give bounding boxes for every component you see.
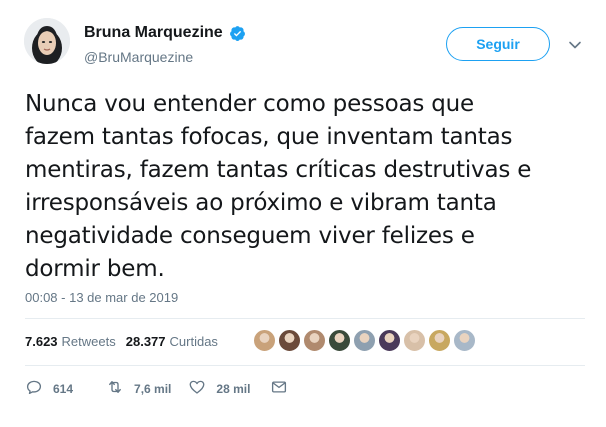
liker-avatar[interactable] <box>453 329 476 352</box>
liker-avatar[interactable] <box>253 329 276 352</box>
tweet-stats: 7.623 Retweets 28.377 Curtidas <box>25 334 228 349</box>
direct-message-button[interactable] <box>270 378 288 399</box>
liker-avatar[interactable] <box>378 329 401 352</box>
timestamp-link[interactable]: 00:08 - 13 de mar de 2019 <box>25 290 178 305</box>
tweet-actions: 614 7,6 mil 28 mil <box>25 378 288 399</box>
reply-icon <box>25 378 43 399</box>
retweets-stat[interactable]: 7.623 Retweets <box>25 334 116 349</box>
heart-icon <box>188 378 206 399</box>
likes-count: 28.377 <box>125 334 166 349</box>
author-handle[interactable]: @BruMarquezine <box>84 49 193 65</box>
verified-badge-icon <box>229 25 246 42</box>
liker-avatar[interactable] <box>353 329 376 352</box>
retweet-button[interactable]: 7,6 mil <box>106 378 171 399</box>
author-name-row[interactable]: Bruna Marquezine <box>84 24 246 42</box>
retweet-icon <box>106 378 124 399</box>
tweet-text: Nunca vou entender como pessoas que faze… <box>25 91 532 282</box>
liker-avatar[interactable] <box>278 329 301 352</box>
divider <box>25 318 585 319</box>
chevron-down-icon[interactable] <box>568 38 582 52</box>
author-name[interactable]: Bruna Marquezine <box>84 24 223 42</box>
liker-avatar[interactable] <box>428 329 451 352</box>
liker-avatars <box>253 329 476 352</box>
envelope-icon <box>270 378 288 399</box>
retweet-count: 7,6 mil <box>134 381 172 396</box>
liker-avatar[interactable] <box>328 329 351 352</box>
tweet-timestamp: 00:08 - 13 de mar de 2019 <box>25 290 178 305</box>
author-avatar[interactable] <box>24 18 70 64</box>
like-count: 28 mil <box>216 381 251 396</box>
reply-count: 614 <box>53 381 74 396</box>
divider <box>25 365 585 366</box>
likes-stat[interactable]: 28.377 Curtidas <box>126 334 218 349</box>
follow-button[interactable]: Seguir <box>446 27 550 61</box>
reply-button[interactable]: 614 <box>25 378 73 399</box>
liker-avatar[interactable] <box>403 329 426 352</box>
likes-label: Curtidas <box>169 334 218 349</box>
retweets-count: 7.623 <box>25 334 58 349</box>
liker-avatar[interactable] <box>303 329 326 352</box>
like-button[interactable]: 28 mil <box>188 378 250 399</box>
retweets-label: Retweets <box>61 334 116 349</box>
